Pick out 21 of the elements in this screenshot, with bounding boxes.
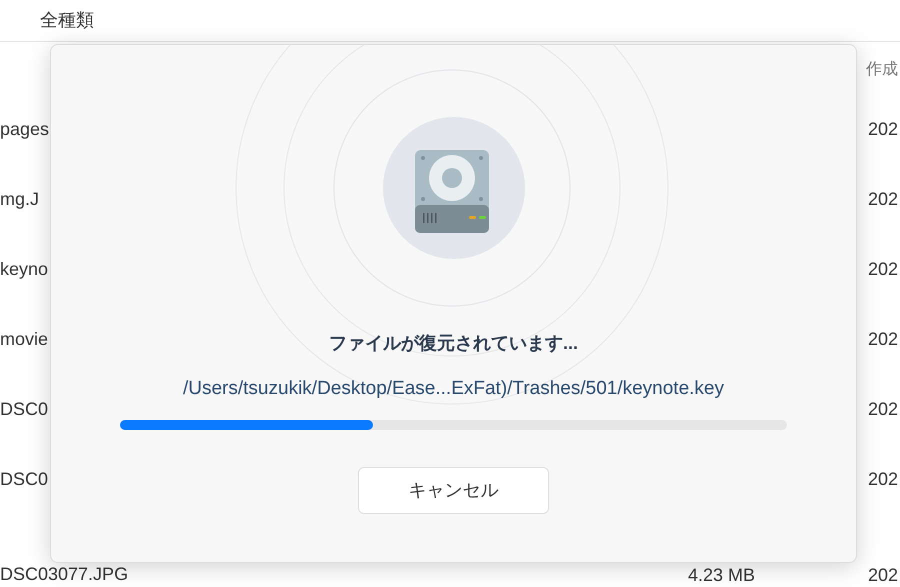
- file-size: 4.23 MB: [688, 566, 756, 584]
- file-path: /Users/tsuzukik/Desktop/Ease...ExFat)/Trashes/501/keynote.key: [182, 377, 724, 401]
- file-name: pages: [0, 120, 50, 138]
- header-title: 全種類: [40, 9, 94, 32]
- file-name: keyno: [0, 260, 48, 278]
- column-header: 作成: [866, 60, 898, 80]
- created-date: 202: [868, 470, 898, 488]
- created-date: 202: [868, 330, 898, 348]
- created-date: 202: [868, 120, 898, 138]
- file-name: DSC0: [0, 470, 48, 488]
- file-name: DSC0: [0, 400, 48, 418]
- hard-drive-icon: [382, 117, 524, 259]
- cancel-button[interactable]: キャンセル: [358, 467, 549, 514]
- created-date: 202: [868, 400, 898, 418]
- created-date: 202: [868, 190, 898, 208]
- created-date: 202: [868, 566, 898, 584]
- file-name: DSC03077.JPG: [0, 565, 128, 583]
- dialog-title: ファイルが復元されています...: [328, 332, 578, 355]
- file-name: mg.J: [0, 190, 40, 208]
- created-date: 202: [868, 260, 898, 278]
- file-name: movie: [0, 330, 48, 348]
